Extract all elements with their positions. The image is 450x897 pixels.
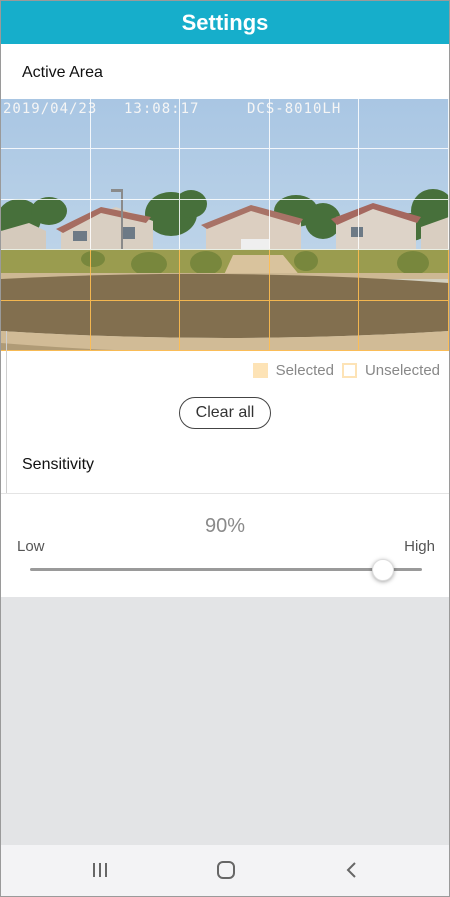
recent-apps-button[interactable] bbox=[85, 857, 115, 883]
sensitivity-title: Sensitivity bbox=[22, 456, 95, 473]
side-divider bbox=[1, 331, 7, 501]
grid-cell[interactable] bbox=[359, 99, 449, 150]
system-navbar bbox=[1, 845, 449, 896]
grid-cell[interactable] bbox=[90, 300, 181, 351]
grid-cell[interactable] bbox=[269, 149, 360, 200]
grid-cell[interactable] bbox=[90, 199, 181, 251]
grid-cell[interactable] bbox=[180, 99, 270, 150]
grid-cell[interactable] bbox=[90, 99, 181, 150]
selected-swatch bbox=[252, 363, 268, 378]
grid-cell[interactable] bbox=[90, 250, 181, 301]
back-icon bbox=[346, 862, 356, 878]
active-area-title: Active Area bbox=[22, 64, 103, 81]
grid-cell[interactable] bbox=[180, 300, 270, 351]
grid-cell[interactable] bbox=[1, 250, 91, 301]
grid-cell[interactable] bbox=[1, 300, 91, 351]
unselected-swatch bbox=[341, 363, 357, 378]
home-icon bbox=[217, 861, 235, 879]
page-title: Settings bbox=[181, 9, 269, 35]
home-button[interactable] bbox=[211, 857, 241, 883]
grid-cell[interactable] bbox=[269, 199, 360, 251]
phone-screen: Settings Active Area 2019/04/23 13:08:17… bbox=[0, 0, 450, 897]
grid-cell[interactable] bbox=[1, 149, 91, 200]
grid-cell[interactable] bbox=[359, 300, 449, 351]
sensitivity-value: 90% bbox=[204, 515, 246, 537]
slider-high-label: High bbox=[404, 538, 435, 555]
grid-cell[interactable] bbox=[269, 300, 360, 351]
back-button[interactable] bbox=[337, 857, 367, 883]
slider-low-label: Low bbox=[17, 538, 45, 555]
grid-cell[interactable] bbox=[180, 250, 270, 301]
app-header: Settings bbox=[1, 1, 449, 44]
grid-cell[interactable] bbox=[180, 149, 270, 200]
grid-cell[interactable] bbox=[180, 199, 270, 251]
selected-legend-label: Selected bbox=[275, 362, 334, 379]
grid-legend: Selected Unselected bbox=[252, 362, 440, 379]
grid-cell[interactable] bbox=[90, 149, 181, 200]
sensitivity-slider-thumb[interactable] bbox=[371, 559, 394, 581]
grid-cell[interactable] bbox=[359, 149, 449, 200]
sensitivity-section bbox=[1, 494, 449, 597]
grid-cell[interactable] bbox=[1, 99, 91, 150]
grid-cell[interactable] bbox=[269, 99, 360, 150]
grid-cell[interactable] bbox=[359, 250, 449, 301]
sensitivity-slider-track[interactable] bbox=[30, 568, 422, 571]
grid-cell[interactable] bbox=[1, 199, 91, 251]
clear-all-button[interactable]: Clear all bbox=[179, 397, 271, 429]
unselected-legend-label: Unselected bbox=[364, 362, 440, 379]
active-area-grid bbox=[1, 99, 449, 351]
recent-apps-icon bbox=[93, 863, 107, 877]
grid-cell[interactable] bbox=[359, 199, 449, 251]
grid-cell[interactable] bbox=[269, 250, 360, 301]
